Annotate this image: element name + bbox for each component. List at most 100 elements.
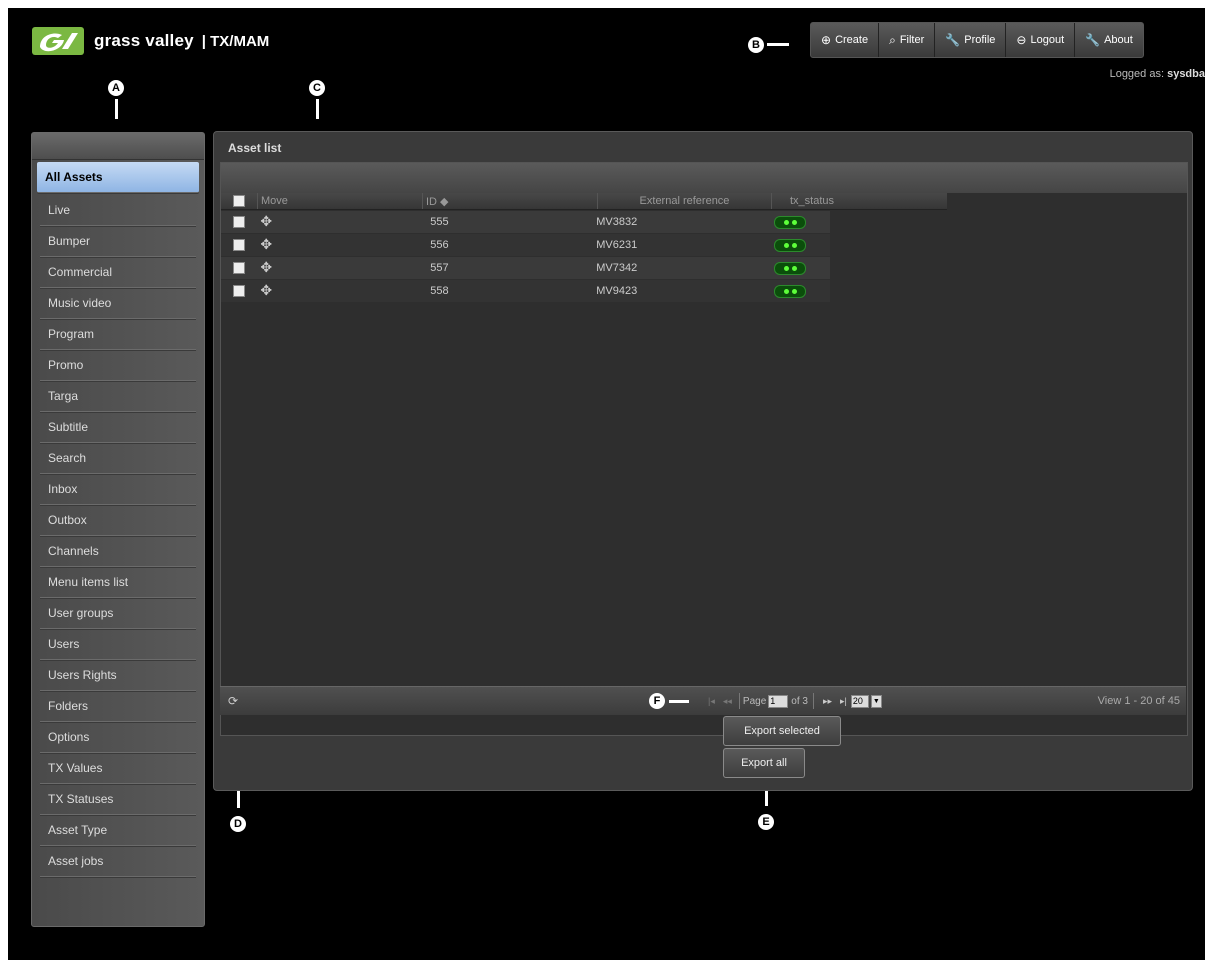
sidebar-item-live[interactable]: Live xyxy=(40,195,196,226)
callout-b-line xyxy=(767,43,789,46)
logout-button[interactable]: ⊖ Logout xyxy=(1006,23,1076,57)
brand-name: grass valley xyxy=(94,31,194,50)
callout-f-line xyxy=(669,700,689,703)
sidebar-item-options[interactable]: Options xyxy=(40,722,196,753)
next-page-icon[interactable]: ▸▸ xyxy=(823,696,832,707)
grid-toolbar xyxy=(221,163,1187,193)
move-handle[interactable]: ✥ xyxy=(257,213,422,231)
sidebar-item-subtitle[interactable]: Subtitle xyxy=(40,412,196,443)
sidebar-item-asset-type[interactable]: Asset Type xyxy=(40,815,196,846)
column-external-reference[interactable]: External reference xyxy=(598,193,772,209)
sidebar-item-users-rights[interactable]: Users Rights xyxy=(40,660,196,691)
sidebar-item-user-groups[interactable]: User groups xyxy=(40,598,196,629)
sidebar-item-inbox[interactable]: Inbox xyxy=(40,474,196,505)
move-handle[interactable]: ✥ xyxy=(257,259,422,277)
export-selected-button[interactable]: Export selected xyxy=(723,716,841,746)
cell-id: 557 xyxy=(430,262,449,274)
callout-a-line xyxy=(115,99,118,119)
create-button[interactable]: ⊕ Create xyxy=(811,23,880,57)
callout-c-line xyxy=(316,99,319,119)
move-icon[interactable]: ✥ xyxy=(260,282,272,298)
column-id[interactable]: ID ◆ xyxy=(423,193,598,209)
top-navigation: ⊕ Create ⌕ Filter 🔧 Profile ⊖ Logout 🔧 A… xyxy=(810,22,1144,58)
sidebar-item-bumper[interactable]: Bumper xyxy=(40,226,196,257)
sidebar-item-program[interactable]: Program xyxy=(40,319,196,350)
column-move[interactable]: Move xyxy=(258,193,423,209)
prev-page-icon[interactable]: ◂◂ xyxy=(723,696,732,707)
about-label: About xyxy=(1104,34,1133,46)
sidebar-header xyxy=(32,133,204,160)
sidebar-item-folders[interactable]: Folders xyxy=(40,691,196,722)
row-select-cell xyxy=(221,239,257,251)
page-size-select[interactable]: 20 xyxy=(850,694,869,708)
sidebar-item-outbox[interactable]: Outbox xyxy=(40,505,196,536)
profile-label: Profile xyxy=(964,34,996,46)
brand-logo: grass valley | TX/MAM xyxy=(32,26,269,56)
move-icon[interactable]: ✥ xyxy=(260,236,272,252)
create-icon: ⊕ xyxy=(821,33,832,47)
refresh-icon[interactable]: ⟳ xyxy=(228,694,238,708)
cell-id: 555 xyxy=(430,216,449,228)
row-checkbox[interactable] xyxy=(233,216,246,228)
row-select-cell xyxy=(221,262,257,274)
asset-grid: Move ID ◆ External reference tx_status ✥… xyxy=(220,162,1188,736)
sidebar-item-commercial[interactable]: Commercial xyxy=(40,257,196,288)
cell-tx-status xyxy=(766,261,830,275)
status-led-icon xyxy=(774,284,807,298)
move-handle[interactable]: ✥ xyxy=(257,282,422,300)
page-count: of 3 xyxy=(791,695,808,707)
sidebar-item-users[interactable]: Users xyxy=(40,629,196,660)
callout-e: E xyxy=(758,814,774,830)
sidebar-item-tx-statuses[interactable]: TX Statuses xyxy=(40,784,196,815)
filter-icon: ⌕ xyxy=(889,32,896,47)
wrench-icon: 🔧 xyxy=(945,33,961,47)
move-icon[interactable]: ✥ xyxy=(260,259,272,275)
sidebar-item-channels[interactable]: Channels xyxy=(40,536,196,567)
cell-tx-status xyxy=(766,284,830,298)
sidebar-item-targa[interactable]: Targa xyxy=(40,381,196,412)
move-icon[interactable]: ✥ xyxy=(260,213,272,229)
sidebar: All Assets Live Bumper Commercial Music vide… xyxy=(31,132,205,927)
profile-button[interactable]: 🔧 Profile xyxy=(935,23,1007,57)
cell-id: 558 xyxy=(430,285,449,297)
callout-b: B xyxy=(748,37,764,53)
status-led-icon xyxy=(774,261,807,275)
move-handle[interactable]: ✥ xyxy=(257,236,422,254)
grass-valley-logo-icon xyxy=(32,27,84,55)
row-checkbox[interactable] xyxy=(233,239,246,251)
sidebar-item-music-video[interactable]: Music video xyxy=(40,288,196,319)
asset-list-panel: Asset list Move ID ◆ External reference … xyxy=(213,131,1193,791)
row-checkbox[interactable] xyxy=(233,262,246,274)
page-label: Page xyxy=(742,695,767,707)
last-page-icon[interactable]: ▸| xyxy=(840,696,847,707)
table-row[interactable]: ✥ 558 MV9423 xyxy=(221,280,830,302)
select-all-cell xyxy=(221,193,258,209)
pager-divider xyxy=(738,693,740,709)
cell-external-reference: MV9423 xyxy=(596,285,638,297)
cell-external-reference: MV6231 xyxy=(596,239,638,251)
callout-a: A xyxy=(108,80,124,96)
column-tx-status[interactable]: tx_status xyxy=(772,193,947,209)
table-row[interactable]: ✥ 557 MV7342 xyxy=(221,257,830,279)
about-button[interactable]: 🔧 About xyxy=(1075,23,1143,57)
first-page-icon[interactable]: |◂ xyxy=(708,696,715,707)
filter-button[interactable]: ⌕ Filter xyxy=(879,23,936,57)
sidebar-item-tx-values[interactable]: TX Values xyxy=(40,753,196,784)
table-row[interactable]: ✥ 556 MV6231 xyxy=(221,234,830,256)
sidebar-item-menu-items-list[interactable]: Menu items list xyxy=(40,567,196,598)
select-all-checkbox[interactable] xyxy=(233,195,245,207)
sidebar-item-asset-jobs[interactable]: Asset jobs xyxy=(40,846,196,877)
sidebar-item-all-assets[interactable]: All Assets xyxy=(37,162,199,193)
panel-title: Asset list xyxy=(228,141,282,155)
product-name: | TX/MAM xyxy=(201,32,270,50)
table-row[interactable]: ✥ 555 MV3832 xyxy=(221,211,830,233)
status-led-icon xyxy=(774,238,807,252)
pager: ⟳ F |◂ ◂◂ Page 1 of 3 ▸▸ ▸| 20 ▼ View 1 … xyxy=(220,686,1186,715)
sidebar-item-promo[interactable]: Promo xyxy=(40,350,196,381)
export-all-button[interactable]: Export all xyxy=(723,748,805,778)
row-checkbox[interactable] xyxy=(233,285,246,297)
chevron-down-icon[interactable]: ▼ xyxy=(870,694,882,708)
sidebar-item-search[interactable]: Search xyxy=(40,443,196,474)
pager-divider xyxy=(812,693,814,709)
page-input[interactable]: 1 xyxy=(768,694,789,708)
